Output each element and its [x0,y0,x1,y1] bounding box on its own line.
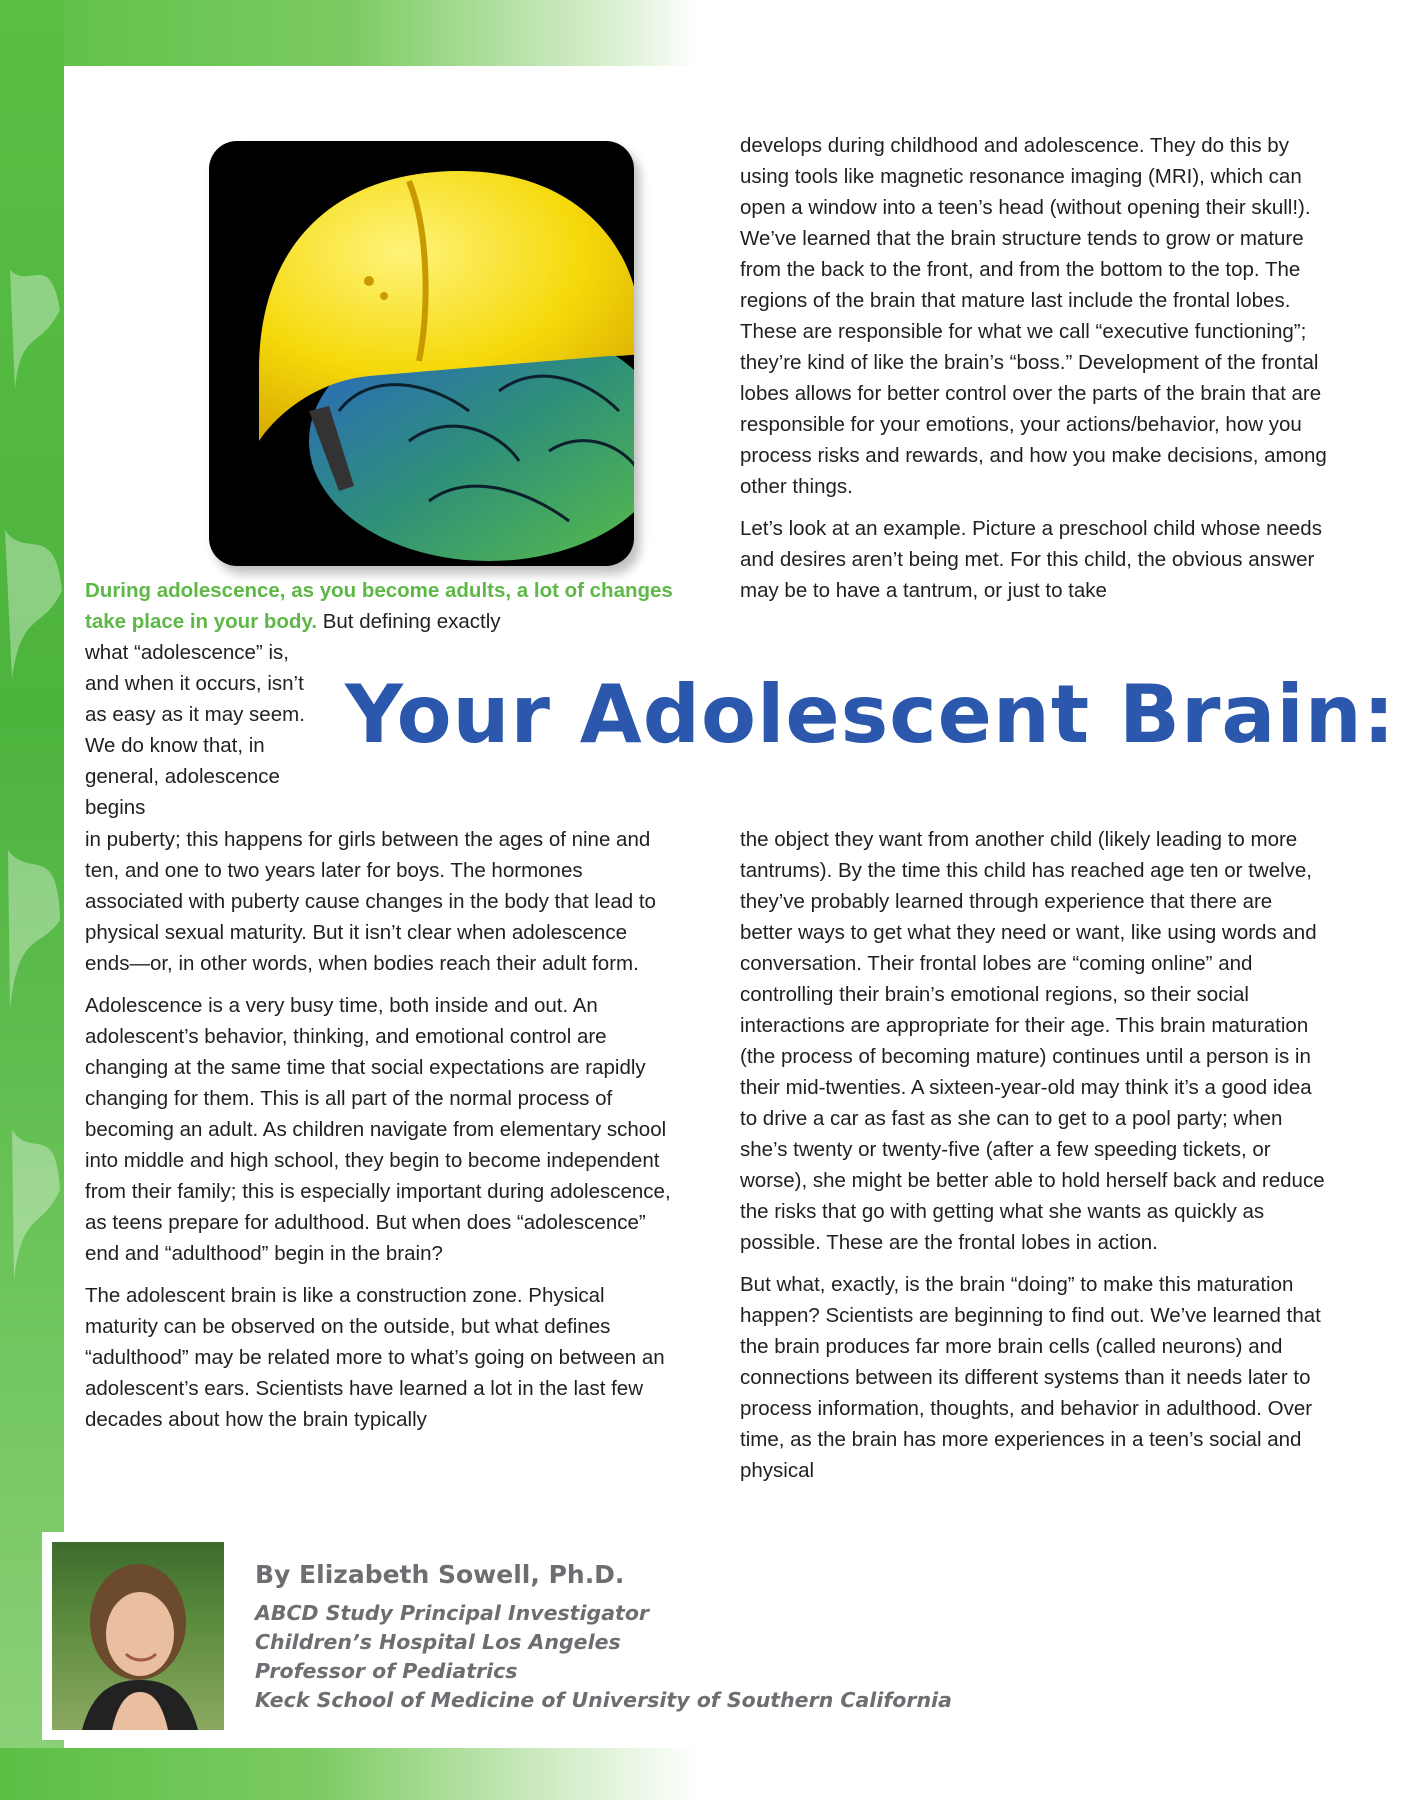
narrow-text-column: what “adolescence” is, and when it occur… [85,637,315,834]
author-affiliation-1: ABCD Study Principal Investigator [255,1601,650,1625]
right-column-top: develops during childhood and adolescenc… [740,130,1330,617]
right-bottom-paragraph-2: But what, exactly, is the brain “doing” … [740,1273,1321,1482]
left-paragraph-2: Adolescence is a very busy time, both in… [85,994,671,1265]
author-name: By Elizabeth Sowell, Ph.D. [255,1560,625,1589]
article-title: Your Adolescent Brain: [345,668,1396,761]
portrait-icon [52,1542,224,1730]
author-byline: By Elizabeth Sowell, Ph.D. ABCD Study Pr… [255,1560,952,1715]
right-top-paragraph-2: Let’s look at an example. Picture a pres… [740,517,1322,602]
narrow-paragraph: what “adolescence” is, and when it occur… [85,641,305,819]
top-green-band [0,0,700,66]
right-column-bottom: the object they want from another child … [740,824,1330,1497]
hardhat-brain-icon [259,171,634,561]
left-column: in puberty; this happens for girls betwe… [85,824,675,1446]
left-paragraph-3: The adolescent brain is like a construct… [85,1284,665,1431]
left-paragraph-1: in puberty; this happens for girls betwe… [85,828,656,975]
author-affiliation-4: Keck School of Medicine of University of… [255,1688,952,1712]
bottom-green-band [0,1748,700,1800]
right-bottom-paragraph-1: the object they want from another child … [740,828,1325,1254]
hardhat-brain-illustration [209,141,634,566]
author-photo [42,1532,234,1740]
right-top-paragraph-1: develops during childhood and adolescenc… [740,134,1327,498]
author-affiliation-3: Professor of Pediatrics [255,1659,518,1683]
intro-paragraph: During adolescence, as you become adults… [85,575,690,637]
intro-rest: But defining exactly [322,610,501,633]
paint-splash-decoration [5,270,62,1280]
author-affiliation-2: Children’s Hospital Los Angeles [255,1630,621,1654]
